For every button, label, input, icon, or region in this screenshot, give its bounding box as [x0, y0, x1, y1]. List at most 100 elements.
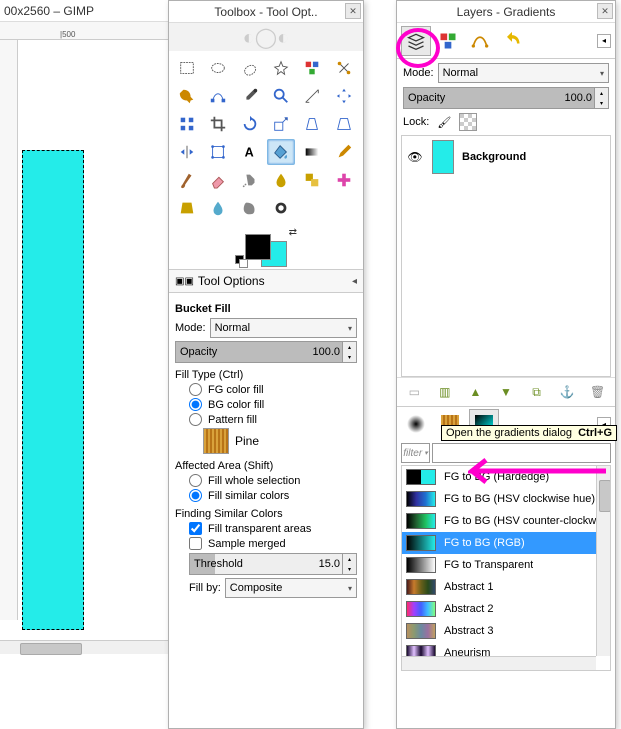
tool-paths[interactable]	[204, 83, 232, 109]
tool-color-picker[interactable]	[236, 83, 264, 109]
tool-zoom[interactable]	[267, 83, 295, 109]
tool-scale[interactable]	[267, 111, 295, 137]
tool-move[interactable]	[330, 83, 358, 109]
gradient-row[interactable]: FG to BG (HSV counter-clockwise hue)	[402, 510, 610, 532]
layer-list[interactable]: 👁 Background	[401, 135, 611, 377]
swap-colors-icon[interactable]: ⇄	[289, 227, 297, 238]
tool-crop[interactable]	[204, 111, 232, 137]
tool-perspective[interactable]	[330, 111, 358, 137]
opacity-down-icon[interactable]: ▾	[342, 352, 356, 362]
canvas-area	[0, 40, 168, 620]
layer-row[interactable]: 👁 Background	[402, 136, 610, 178]
layers-menu-icon[interactable]: ◂	[597, 34, 611, 48]
gradient-scroll-horizontal[interactable]	[402, 656, 596, 670]
tab-paths-icon[interactable]	[465, 26, 495, 56]
tab-channels-icon[interactable]	[433, 26, 463, 56]
opacity-slider[interactable]: Opacity 100.0 ▴▾	[175, 341, 357, 363]
gradient-filter-select[interactable]: filter▾	[401, 443, 430, 463]
tool-ellipse-select[interactable]	[204, 55, 232, 81]
gradient-name: Abstract 1	[444, 581, 494, 593]
gradient-row[interactable]: FG to BG (HSV clockwise hue)	[402, 488, 610, 510]
layer-opacity-slider[interactable]: Opacity 100.0 ▴▾	[403, 87, 609, 109]
layers-close-icon[interactable]: ✕	[597, 3, 613, 19]
tool-pencil[interactable]	[330, 139, 358, 165]
tool-eraser[interactable]	[204, 167, 232, 193]
tab-layers-icon[interactable]	[401, 26, 431, 56]
ruler-mark: |500	[60, 30, 75, 39]
canvas-scroll-horizontal[interactable]	[0, 640, 168, 654]
anchor-layer-icon[interactable]: ⚓	[557, 382, 577, 402]
threshold-up-icon[interactable]: ▴	[342, 554, 356, 564]
tool-fuzzy-select[interactable]	[267, 55, 295, 81]
image-canvas[interactable]	[22, 150, 84, 630]
tool-smudge[interactable]	[236, 195, 264, 221]
raise-layer-icon[interactable]: ▲	[465, 382, 485, 402]
tool-by-color-select[interactable]	[298, 55, 326, 81]
ruler-horizontal[interactable]: |500	[0, 22, 168, 40]
gradient-scroll-vertical[interactable]	[596, 466, 610, 656]
tab-undo-icon[interactable]	[497, 26, 527, 56]
gradient-thumbnail	[406, 557, 436, 573]
layer-thumbnail[interactable]	[432, 140, 454, 174]
fill-fg-radio[interactable]: FG color fill	[189, 383, 357, 396]
tool-paintbrush[interactable]	[173, 167, 201, 193]
layer-name[interactable]: Background	[462, 151, 526, 163]
tool-cage[interactable]	[204, 139, 232, 165]
tool-perspective-clone[interactable]	[173, 195, 201, 221]
gradient-row[interactable]: FG to BG (RGB)	[402, 532, 610, 554]
tool-shear[interactable]	[298, 111, 326, 137]
gradient-row[interactable]: FG to BG (Hardedge)	[402, 466, 610, 488]
delete-layer-icon[interactable]: 🗑	[588, 382, 608, 402]
tool-dodge-burn[interactable]	[267, 195, 295, 221]
tool-rect-select[interactable]	[173, 55, 201, 81]
fill-whole-radio[interactable]: Fill whole selection	[189, 474, 357, 487]
threshold-slider[interactable]: Threshold 15.0 ▴▾	[189, 553, 357, 575]
tool-rotate[interactable]	[236, 111, 264, 137]
layer-group-icon[interactable]: ▥	[435, 382, 455, 402]
fill-similar-radio[interactable]: Fill similar colors	[189, 489, 357, 502]
tool-heal[interactable]	[330, 167, 358, 193]
gradient-row[interactable]: Abstract 3	[402, 620, 610, 642]
duplicate-layer-icon[interactable]: ⧉	[527, 382, 547, 402]
layer-opacity-up-icon[interactable]: ▴	[594, 88, 608, 98]
tool-flip[interactable]	[173, 139, 201, 165]
toolbox-close-icon[interactable]: ✕	[345, 3, 361, 19]
lock-alpha-icon[interactable]	[459, 113, 477, 131]
gradient-row[interactable]: Abstract 2	[402, 598, 610, 620]
tool-text[interactable]: A	[236, 139, 264, 165]
fill-pattern-radio[interactable]: Pattern fill	[189, 413, 357, 426]
tool-foreground-select[interactable]	[173, 83, 201, 109]
visibility-eye-icon[interactable]: 👁	[406, 148, 424, 166]
tool-measure[interactable]	[298, 83, 326, 109]
gradient-list[interactable]: FG to BG (Hardedge)FG to BG (HSV clockwi…	[401, 465, 611, 671]
fill-bg-radio[interactable]: BG color fill	[189, 398, 357, 411]
tool-blur-sharpen[interactable]	[204, 195, 232, 221]
sample-merged-check[interactable]: Sample merged	[189, 537, 357, 550]
lower-layer-icon[interactable]: ▼	[496, 382, 516, 402]
tool-ink[interactable]	[267, 167, 295, 193]
pattern-thumbnail[interactable]	[203, 428, 229, 454]
tool-bucket-fill[interactable]	[267, 139, 295, 165]
opacity-up-icon[interactable]: ▴	[342, 342, 356, 352]
mode-select[interactable]: Normal▾	[210, 318, 357, 338]
new-layer-icon[interactable]: ▭	[404, 382, 424, 402]
tool-free-select[interactable]	[236, 55, 264, 81]
tool-intelligent-scissors[interactable]	[330, 55, 358, 81]
tool-clone[interactable]	[298, 167, 326, 193]
fill-transparent-check[interactable]: Fill transparent areas	[189, 522, 357, 535]
tab-brushes-icon[interactable]	[401, 409, 431, 439]
layer-opacity-down-icon[interactable]: ▾	[594, 98, 608, 108]
lock-pixels-icon[interactable]: 🖌	[435, 113, 453, 131]
layer-mode-select[interactable]: Normal▾	[438, 63, 609, 83]
gradient-row[interactable]: FG to Transparent	[402, 554, 610, 576]
gradient-filter-input[interactable]	[432, 443, 611, 463]
tool-airbrush[interactable]	[236, 167, 264, 193]
tool-options-menu-icon[interactable]: ◂	[352, 276, 357, 287]
fill-by-select[interactable]: Composite▾	[225, 578, 357, 598]
ruler-vertical[interactable]	[0, 40, 18, 620]
foreground-color-swatch[interactable]	[245, 234, 271, 260]
gradient-row[interactable]: Abstract 1	[402, 576, 610, 598]
tool-align[interactable]	[173, 111, 201, 137]
tool-blend[interactable]	[298, 139, 326, 165]
threshold-down-icon[interactable]: ▾	[342, 564, 356, 574]
